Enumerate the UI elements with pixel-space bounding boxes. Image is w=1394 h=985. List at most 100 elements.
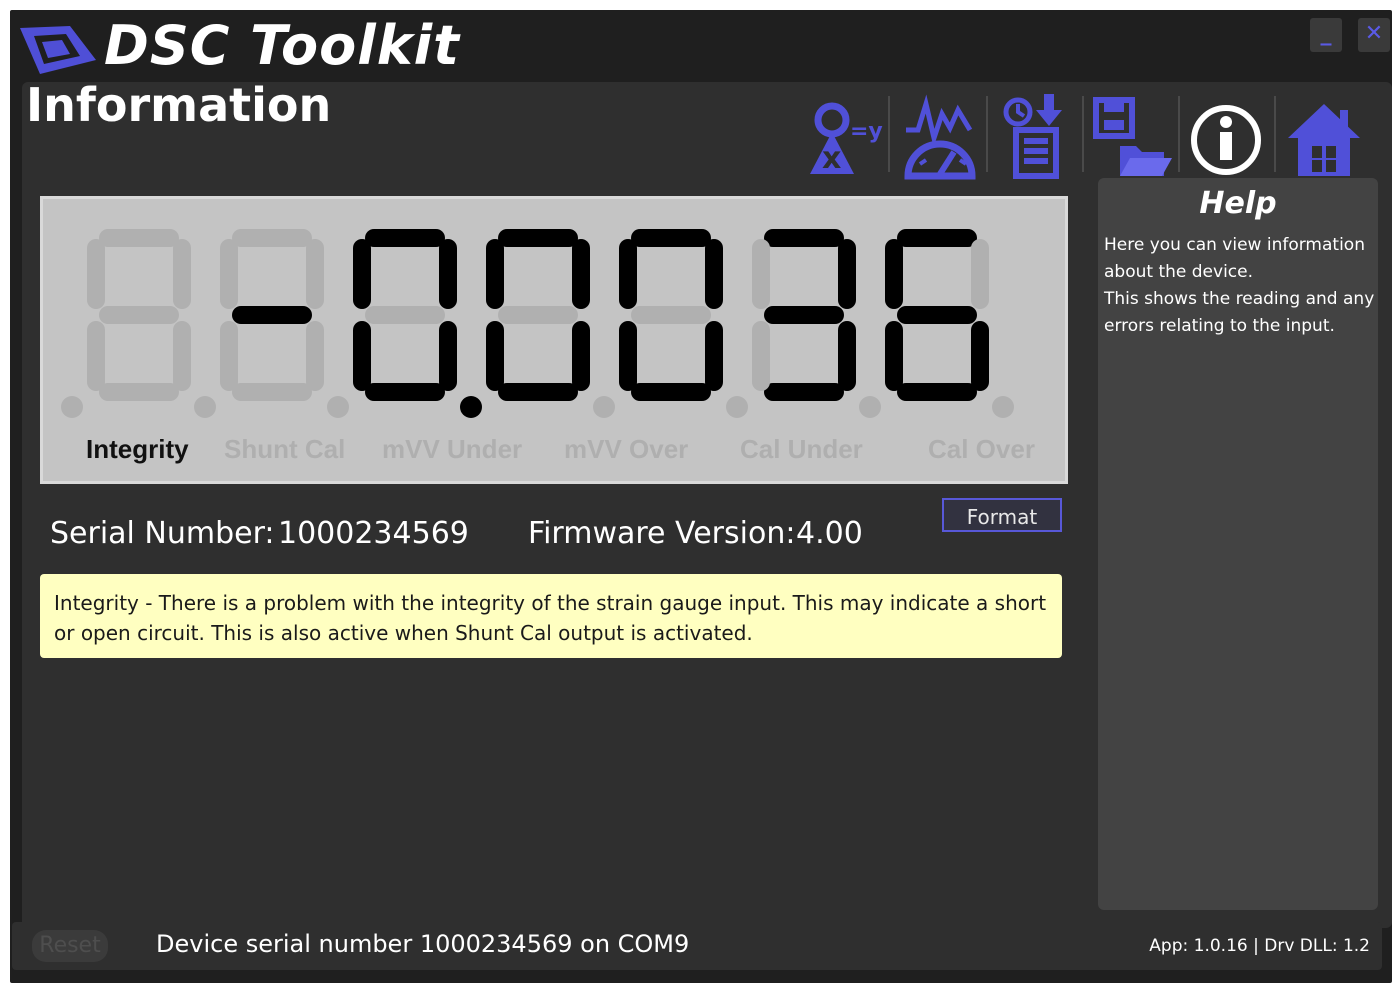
help-line-1: Here you can view information about the … xyxy=(1104,235,1365,282)
lcd-segment xyxy=(705,321,723,391)
scaling-button[interactable]: x =y xyxy=(800,90,886,180)
lcd-segment xyxy=(838,239,856,309)
lcd-segment xyxy=(838,321,856,391)
lcd-segment xyxy=(173,239,191,309)
lcd-segment xyxy=(353,321,371,391)
minimize-icon: _ xyxy=(1320,21,1332,46)
help-panel: Help Here you can view information about… xyxy=(1098,178,1378,910)
serial-number-label: Serial Number: xyxy=(50,516,275,551)
lcd-segment xyxy=(99,306,179,324)
lcd-segment xyxy=(99,383,179,401)
help-text: Here you can view information about the … xyxy=(1104,232,1376,340)
lcd-segment xyxy=(232,383,312,401)
lcd-segment xyxy=(365,229,445,247)
integrity-alert: Integrity - There is a problem with the … xyxy=(40,574,1062,658)
lcd-segment xyxy=(99,229,179,247)
lcd-segment xyxy=(752,239,770,309)
device-status: Device serial number 1000234569 on COM9 xyxy=(156,930,690,958)
lcd-segment xyxy=(306,321,324,391)
minimize-button[interactable]: _ xyxy=(1310,18,1342,52)
lcd-segment xyxy=(971,321,989,391)
page-title: Information xyxy=(26,78,332,132)
information-button[interactable] xyxy=(1186,90,1272,180)
lcd-decimal-point xyxy=(194,396,216,418)
home-icon xyxy=(1288,104,1360,176)
flag-integrity: Integrity xyxy=(86,434,189,464)
lcd-segment xyxy=(498,383,578,401)
lcd-segment xyxy=(631,383,711,401)
home-button[interactable] xyxy=(1284,90,1370,180)
firmware-version-value: 4.00 xyxy=(796,516,863,551)
info-icon xyxy=(1191,105,1261,175)
lcd-segment xyxy=(87,239,105,309)
status-bar: Reset Device serial number 1000234569 on… xyxy=(12,922,1382,970)
lcd-segment xyxy=(897,383,977,401)
lcd-decimal-point xyxy=(992,396,1014,418)
app-logo xyxy=(18,22,98,80)
format-button[interactable]: Format xyxy=(942,498,1062,532)
flag-mvv-over: mVV Over xyxy=(564,434,689,464)
serial-number-value: 1000234569 xyxy=(278,516,469,551)
lcd-segment xyxy=(631,229,711,247)
version-info: App: 1.0.16 | Drv DLL: 1.2 xyxy=(1149,936,1370,956)
lcd-segment xyxy=(87,321,105,391)
app-title: DSC Toolkit xyxy=(104,14,460,77)
datalog-icon xyxy=(1003,94,1062,179)
lcd-segment xyxy=(619,321,637,391)
lcd-segment xyxy=(885,321,903,391)
help-title: Help xyxy=(1199,186,1277,221)
lcd-segment xyxy=(572,321,590,391)
lcd-decimal-point xyxy=(327,396,349,418)
lcd-segment xyxy=(439,321,457,391)
lcd-segment xyxy=(232,306,312,324)
lcd-segment xyxy=(764,383,844,401)
reset-button[interactable]: Reset xyxy=(32,930,108,962)
lcd-decimal-point xyxy=(726,396,748,418)
lcd-segment xyxy=(486,239,504,309)
svg-text:=y: =y xyxy=(850,119,883,144)
lcd-segment xyxy=(619,239,637,309)
lcd-segment xyxy=(897,229,977,247)
lcd-segment xyxy=(220,239,238,309)
save-load-button[interactable] xyxy=(1090,90,1176,180)
lcd-segment xyxy=(885,239,903,309)
gauge-chart-icon xyxy=(904,94,976,180)
lcd-segment xyxy=(173,321,191,391)
flag-shunt-cal: Shunt Cal xyxy=(224,434,346,464)
lcd-decimal-point xyxy=(460,396,482,418)
gauge-chart-button[interactable] xyxy=(898,90,984,180)
close-icon: ✕ xyxy=(1364,21,1384,46)
flag-mvv-under: mVV Under xyxy=(382,434,523,464)
lcd-segment xyxy=(486,321,504,391)
lcd-segment xyxy=(498,229,578,247)
lcd-segment xyxy=(306,239,324,309)
lcd-segment xyxy=(971,239,989,309)
flag-cal-under: Cal Under xyxy=(740,434,863,464)
lcd-decimal-point xyxy=(61,396,83,418)
firmware-version-label: Firmware Version: xyxy=(528,516,796,551)
lcd-segment xyxy=(572,239,590,309)
lcd-segment xyxy=(752,321,770,391)
save-load-icon xyxy=(1093,97,1172,176)
datalog-button[interactable] xyxy=(994,90,1080,180)
svg-text:x: x xyxy=(822,141,841,176)
lcd-segment xyxy=(764,306,844,324)
lcd-decimal-point xyxy=(859,396,881,418)
flag-cal-over: Cal Over xyxy=(928,434,1035,464)
lcd-segment xyxy=(365,306,445,324)
lcd-segment xyxy=(764,229,844,247)
lcd-segment xyxy=(365,383,445,401)
lcd-decimal-point xyxy=(593,396,615,418)
lcd-segment xyxy=(232,229,312,247)
lcd-segment xyxy=(705,239,723,309)
help-line-2: This shows the reading and any errors re… xyxy=(1104,289,1375,336)
lcd-segment xyxy=(631,306,711,324)
lcd-segment xyxy=(439,239,457,309)
lcd-reading xyxy=(61,229,1014,418)
lcd-segment xyxy=(897,306,977,324)
lcd-segment xyxy=(220,321,238,391)
close-button[interactable]: ✕ xyxy=(1358,18,1390,52)
scaling-icon: x =y xyxy=(810,102,883,176)
lcd-segment xyxy=(353,239,371,309)
title-bar: DSC Toolkit _ ✕ xyxy=(10,10,1392,82)
